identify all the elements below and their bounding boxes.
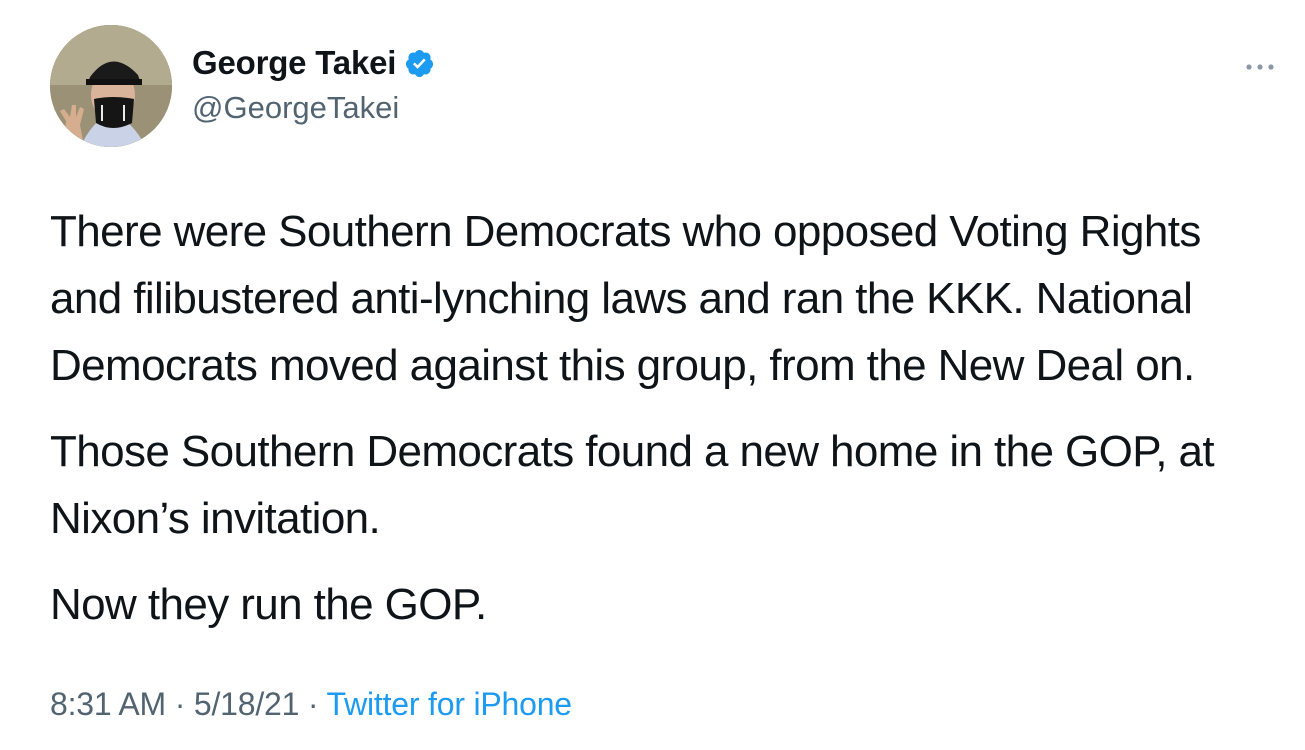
author-display-name[interactable]: George Takei [192, 44, 396, 82]
tweet-source-link[interactable]: Twitter for iPhone [327, 686, 573, 722]
verified-badge-icon [404, 48, 435, 79]
tweet-paragraph: There were Southern Democrats who oppose… [50, 207, 1201, 390]
tweet-date[interactable]: 5/18/21 [194, 686, 300, 722]
author-handle[interactable]: @GeorgeTakei [192, 90, 399, 126]
avatar-image [50, 25, 172, 147]
tweet: George Takei @GeorgeTakei There were Sou… [0, 0, 1305, 750]
tweet-paragraph: Now they run the GOP. [50, 580, 487, 629]
tweet-time[interactable]: 8:31 AM [50, 686, 166, 722]
avatar[interactable] [50, 25, 172, 147]
meta-separator: · [299, 686, 327, 722]
tweet-metadata: 8:31 AM · 5/18/21 · Twitter for iPhone [50, 686, 572, 723]
tweet-text: There were Southern Democrats who oppose… [50, 198, 1285, 657]
author-name-row: George Takei [192, 44, 435, 82]
meta-separator: · [166, 686, 194, 722]
tweet-paragraph: Those Southern Democrats found a new hom… [50, 427, 1215, 543]
more-options-icon[interactable] [1240, 52, 1280, 82]
